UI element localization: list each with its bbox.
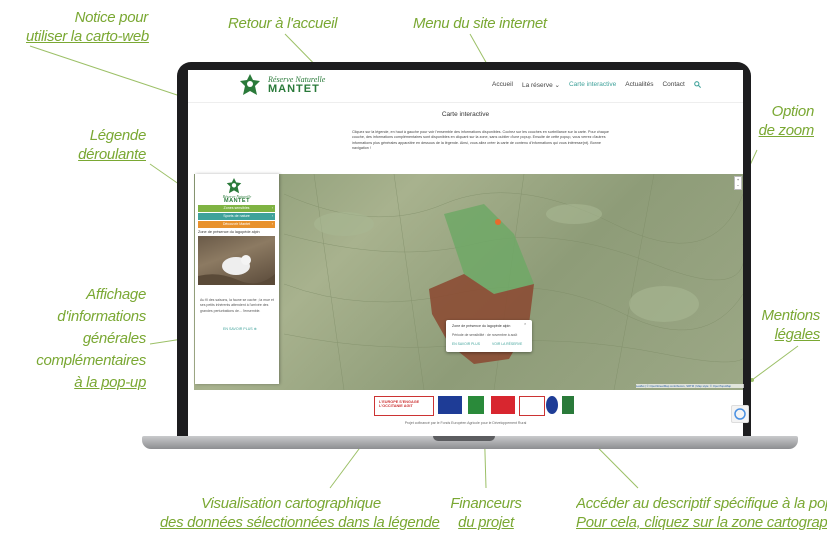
legend-logo-line2: MANTET (224, 198, 250, 204)
map-popup[interactable]: Zone de présence du lagopède alpin Pério… (446, 320, 532, 352)
annotation-mentions-line1: Mentions (761, 307, 821, 324)
annotation-info-line3: générales (82, 330, 146, 347)
legend-more-link[interactable]: EN SAVOIR PLUS ⊕ (223, 327, 257, 331)
annotation-funders: Financeurs du projet (448, 494, 524, 532)
chevron-right-icon: › (271, 206, 273, 210)
annotation-descr-link[interactable]: Pour cela, cliquez sur la zone cartograp… (576, 513, 827, 532)
europe-logo-line2: L'OCCITANIE AGIT (379, 404, 413, 408)
legend-button-decouvrir[interactable]: Découvrir Mantet › (198, 221, 275, 228)
europe-logo-line1: L'EUROPE S'ENGAGE (379, 400, 420, 404)
annotation-notice-line1: Notice pour (74, 9, 149, 26)
zoom-out-button[interactable]: − (735, 183, 741, 189)
popup-reserve-link[interactable]: VOIR LA RÉSERVE (492, 342, 522, 346)
annotation-notice-link[interactable]: utiliser la carto-web (26, 27, 149, 46)
ofb-logo[interactable] (546, 396, 558, 414)
annotation-info-link[interactable]: à la pop-up (30, 372, 146, 394)
annotation-visu: Visualisation cartographique des données… (160, 494, 440, 532)
annotation-info: Affichage d'informations générales compl… (30, 284, 146, 394)
popup-title: Zone de présence du lagopède alpin (452, 324, 511, 328)
legend-button-label: Zones sensibles (223, 206, 250, 210)
annotation-zoom: Option de zoom (740, 102, 815, 140)
eu-flag-logo[interactable] (438, 396, 462, 414)
annotation-legend-link[interactable]: déroulante (60, 145, 146, 164)
annotation-home[interactable]: Retour à l'accueil (228, 14, 338, 33)
occitanie-region-logo[interactable] (491, 396, 515, 414)
legend-button-zones-sensibles[interactable]: Zones sensibles › (198, 205, 275, 212)
funders-credit: Projet cofinancé par le Fonds Européen A… (404, 421, 527, 425)
laptop-notch (433, 436, 495, 441)
close-icon[interactable]: × (524, 321, 526, 326)
leader-logo[interactable] (468, 396, 484, 414)
popup-period: Période de sensibilité : de novembre à a… (452, 333, 518, 337)
pyrenees-orientales-logo[interactable] (519, 396, 545, 416)
annotation-menu[interactable]: Menu du site internet (413, 14, 547, 33)
annotation-visu-line1: Visualisation cartographique (201, 495, 381, 512)
annotation-info-line2: d'informations (57, 308, 146, 325)
legend-button-label: Sports de nature (223, 214, 250, 218)
annotation-legend-line1: Légende (89, 127, 147, 144)
annotation-funders-line1: Financeurs (450, 495, 522, 512)
annotation-zoom-link[interactable]: de zoom (740, 121, 815, 140)
annotation-info-line4: complémentaires (36, 352, 146, 369)
annotation-descr-line1: Accéder au descriptif spécifique à la po… (576, 495, 827, 512)
ptarmigan-image (198, 255, 275, 285)
chevron-right-icon: › (271, 214, 273, 218)
legend-logo-icon (226, 178, 242, 194)
funders-strip: L'EUROPE S'ENGAGE L'OCCITANIE AGIT Proje… (188, 390, 743, 426)
annotation-zoom-line1: Option (771, 103, 815, 120)
annotation-legend: Légende déroulante (60, 126, 146, 164)
europe-occitanie-logo[interactable]: L'EUROPE S'ENGAGE L'OCCITANIE AGIT (374, 396, 434, 416)
annotation-funders-link[interactable]: du projet (448, 513, 524, 532)
legend-description: Au fil des saisons, la faune se cache ; … (200, 298, 274, 313)
legend-panel[interactable]: Réserve Naturelle MANTET Zones sensibles… (195, 174, 279, 384)
annotation-descr: Accéder au descriptif spécifique à la po… (576, 494, 827, 532)
legend-button-sports-nature[interactable]: Sports de nature › (198, 213, 275, 220)
legend-more-label: EN SAVOIR PLUS (223, 327, 253, 331)
annotation-notice: Notice pour utiliser la carto-web (26, 8, 149, 46)
plus-circle-icon: ⊕ (253, 327, 257, 331)
ptarmigan-photo (198, 236, 275, 285)
annotation-visu-link[interactable]: des données sélectionnées dans la légend… (160, 513, 440, 532)
chevron-right-icon: › (271, 222, 273, 226)
recaptcha-icon (734, 408, 746, 420)
recaptcha-badge[interactable] (731, 405, 749, 423)
annotation-info-line1: Affichage (86, 286, 146, 303)
popup-more-link[interactable]: EN SAVOIR PLUS (452, 342, 480, 346)
legend-zone-title: Zone de présence du lagopède alpin (198, 230, 260, 234)
zoom-control: + − (734, 176, 742, 190)
map-attribution[interactable]: Leaflet | © OpenStreetMap contributors, … (636, 384, 744, 388)
annotation-mentions: Mentions légales (750, 306, 821, 344)
legend-button-label: Découvrir Mantet (222, 222, 251, 226)
rnf-logo[interactable] (562, 396, 574, 414)
annotation-mentions-link[interactable]: légales (750, 325, 821, 344)
